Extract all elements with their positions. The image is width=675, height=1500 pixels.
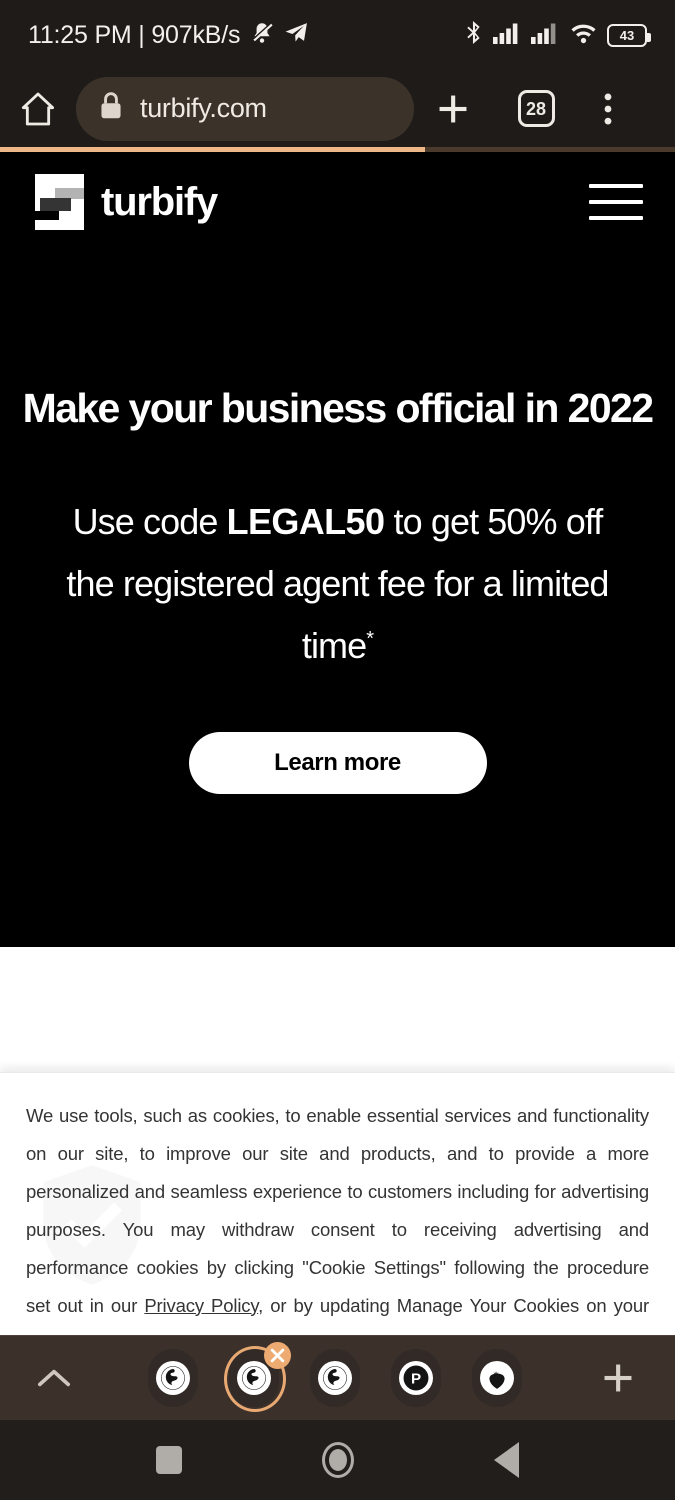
overflow-menu-icon[interactable] xyxy=(576,92,640,126)
signal-bars-2-icon xyxy=(531,21,560,49)
globe-favicon xyxy=(236,1361,271,1395)
asterisk-marker: * xyxy=(366,627,374,650)
cookie-banner-text: We use tools, such as cookies, to enable… xyxy=(26,1097,649,1335)
tab-strip: P xyxy=(0,1335,675,1420)
page-title: Make your business official in 2022 xyxy=(22,385,654,431)
hero-body: Make your business official in 2022 Use … xyxy=(0,385,675,794)
home-icon[interactable] xyxy=(0,89,76,129)
back-button[interactable] xyxy=(494,1442,519,1478)
close-tab-icon[interactable] xyxy=(263,1342,291,1369)
web-page-content: turbify Make your business official in 2… xyxy=(0,152,675,1335)
battery-level: 43 xyxy=(619,27,635,43)
hero-cta-wrap: Learn more xyxy=(14,731,661,794)
cookie-text-part1: We use tools, such as cookies, to enable… xyxy=(26,1105,649,1316)
browser-toolbar: turbify.com 28 xyxy=(0,70,675,147)
turbify-logo-icon xyxy=(28,174,84,230)
status-clock: 11:25 PM | 907kB/s xyxy=(28,20,241,49)
browser-tab-3[interactable] xyxy=(307,1347,363,1409)
status-bar-right: 43 xyxy=(464,20,651,50)
add-tab-icon[interactable] xyxy=(587,1359,649,1397)
learn-more-button[interactable]: Learn more xyxy=(188,731,487,794)
chevron-up-icon[interactable] xyxy=(26,1366,82,1390)
promo-code: LEGAL50 xyxy=(226,501,385,543)
strawberry-favicon xyxy=(479,1361,514,1395)
site-header: turbify xyxy=(0,152,675,252)
privacy-policy-link[interactable]: Privacy Policy xyxy=(144,1295,258,1316)
tab-count: 28 xyxy=(525,98,547,119)
browser-tab-4[interactable]: P xyxy=(388,1347,444,1409)
browser-tab-2[interactable] xyxy=(223,1342,291,1412)
browser-tab-5[interactable] xyxy=(469,1347,525,1409)
url-bar[interactable]: turbify.com xyxy=(76,76,414,141)
globe-favicon xyxy=(155,1361,190,1395)
home-button[interactable] xyxy=(322,1442,354,1478)
url-text: turbify.com xyxy=(140,93,267,123)
signal-bars-icon xyxy=(493,21,522,49)
mute-bell-icon xyxy=(249,20,275,51)
hero-subtext-prefix: Use code xyxy=(72,501,227,543)
lock-icon xyxy=(98,91,124,126)
telegram-icon xyxy=(284,20,309,50)
hero-section: turbify Make your business official in 2… xyxy=(0,152,675,947)
bluetooth-icon xyxy=(464,20,484,50)
hamburger-menu-icon[interactable] xyxy=(589,184,647,220)
p-favicon: P xyxy=(398,1361,433,1395)
battery-indicator: 43 xyxy=(607,23,651,47)
status-bar-left: 11:25 PM | 907kB/s xyxy=(28,20,309,51)
svg-text:P: P xyxy=(410,1371,420,1388)
phone-screen: 11:25 PM | 907kB/s 43 turbify.com 28 tur… xyxy=(0,0,675,1500)
tab-items: P xyxy=(82,1342,587,1412)
globe-favicon xyxy=(317,1361,352,1395)
browser-tab-1[interactable] xyxy=(145,1347,201,1409)
status-bar: 11:25 PM | 907kB/s 43 xyxy=(0,0,675,70)
brand-name: turbify xyxy=(101,179,218,224)
tab-counter-box: 28 xyxy=(517,90,555,127)
recents-button[interactable] xyxy=(156,1446,182,1474)
android-nav-bar xyxy=(0,1420,675,1500)
new-tab-icon[interactable] xyxy=(414,90,492,128)
tab-counter-button[interactable]: 28 xyxy=(500,90,572,127)
hero-subtext: Use code LEGAL50 to get 50% off the regi… xyxy=(14,491,661,677)
wifi-icon xyxy=(569,21,598,49)
brand-logo-group[interactable]: turbify xyxy=(28,174,218,230)
cookie-consent-banner: We use tools, such as cookies, to enable… xyxy=(0,1072,675,1335)
page-white-space xyxy=(0,947,675,1072)
